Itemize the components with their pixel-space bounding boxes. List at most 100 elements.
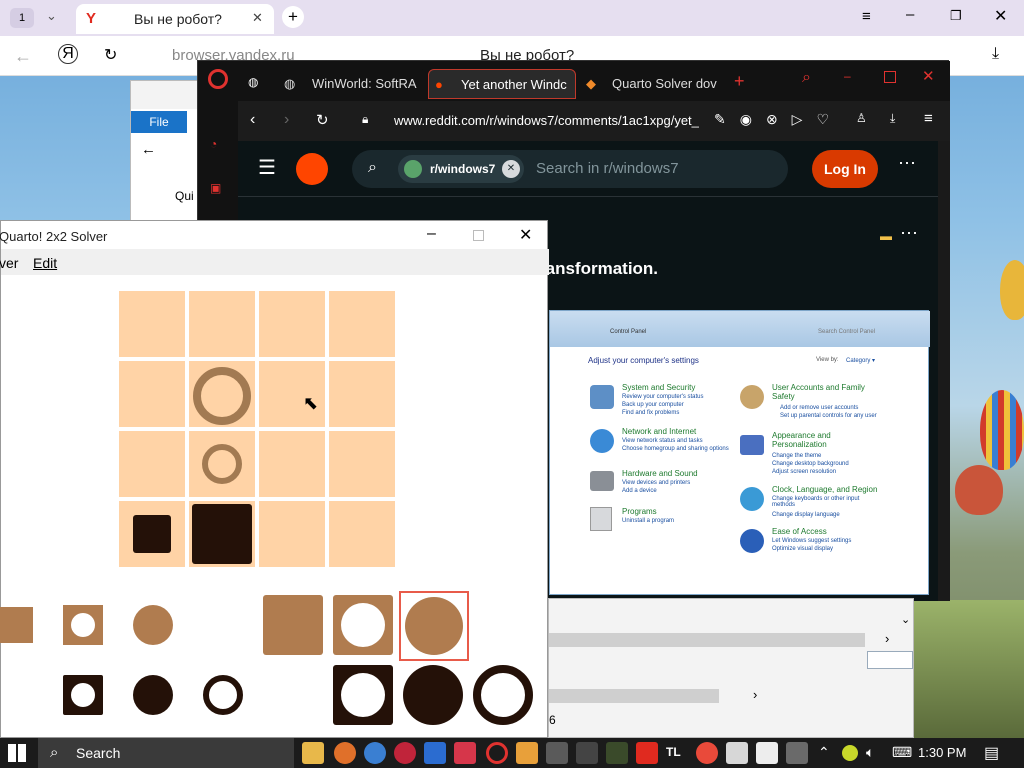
- piece-small-circle-dark[interactable]: [133, 675, 173, 715]
- hamburger-icon[interactable]: ☰: [258, 155, 276, 180]
- piece-small-hollow-circle-dark[interactable]: [203, 675, 243, 715]
- cp-link[interactable]: Uninstall a program: [622, 518, 674, 524]
- close-icon[interactable]: ✕: [252, 10, 263, 26]
- hscrollbar[interactable]: [549, 633, 865, 647]
- board-cell[interactable]: [189, 431, 255, 497]
- board-cell[interactable]: [259, 291, 325, 357]
- notifications-icon[interactable]: ▤: [984, 743, 999, 763]
- back-icon[interactable]: ←: [141, 141, 156, 158]
- cp-item-title[interactable]: User Accounts and Family Safety: [772, 383, 882, 401]
- volume-muted-icon[interactable]: 🔈︎: [866, 744, 874, 761]
- cp-link[interactable]: Optimize visual display: [772, 546, 833, 552]
- hscrollbar[interactable]: [549, 689, 719, 703]
- subreddit-chip[interactable]: r/windows7 ✕: [398, 155, 524, 183]
- globe-icon[interactable]: ◍: [248, 75, 258, 89]
- opera-gx-icon[interactable]: [394, 742, 416, 764]
- minimize-icon[interactable]: –: [427, 225, 436, 243]
- cp-link[interactable]: Back up your computer: [622, 402, 684, 408]
- discord-icon[interactable]: [516, 742, 538, 764]
- reddit-search-bar[interactable]: ⌕ r/windows7 ✕ Search in r/windows7: [352, 150, 788, 188]
- bag-icon[interactable]: ▣: [210, 181, 221, 195]
- back-icon[interactable]: ←: [14, 46, 32, 67]
- cp-link[interactable]: Add or remove user accounts: [780, 405, 858, 411]
- clear-icon[interactable]: ✕: [502, 160, 520, 178]
- new-tab-button[interactable]: +: [282, 6, 304, 28]
- maximize-icon[interactable]: [884, 71, 896, 83]
- piece-large-hollow-square-dark[interactable]: [333, 665, 393, 725]
- cp-link[interactable]: View devices and printers: [622, 480, 690, 486]
- board-cell[interactable]: [329, 501, 395, 567]
- close-icon[interactable]: ✕: [519, 225, 532, 245]
- board-cell[interactable]: [259, 431, 325, 497]
- cp-link[interactable]: Change desktop background: [772, 461, 849, 467]
- toolbar-icons[interactable]: ✎◉⊗▷♡: [714, 111, 843, 128]
- shield-icon[interactable]: [424, 742, 446, 764]
- login-button[interactable]: Log In: [812, 150, 878, 188]
- board-cell[interactable]: [329, 431, 395, 497]
- board-cell[interactable]: [119, 361, 185, 427]
- close-icon[interactable]: ✕: [922, 67, 935, 85]
- cp-link[interactable]: Set up parental controls for any user: [780, 413, 877, 419]
- chrome-icon[interactable]: [364, 742, 386, 764]
- speed-dial-icon[interactable]: ◔: [210, 137, 217, 151]
- chevron-right-icon[interactable]: ›: [753, 687, 757, 702]
- maximize-icon[interactable]: [473, 230, 484, 241]
- selected-piece-frame[interactable]: [399, 591, 469, 661]
- piece-small-hollow-square-dark[interactable]: [63, 675, 103, 715]
- back-icon[interactable]: ‹: [250, 111, 255, 129]
- tl-app-icon[interactable]: TL: [666, 745, 681, 759]
- board-cell[interactable]: [189, 501, 255, 567]
- cp-item-title[interactable]: Ease of Access: [772, 527, 827, 536]
- cp-item-title[interactable]: Appearance and Personalization: [772, 431, 872, 449]
- quick-access-label[interactable]: Qui: [175, 189, 194, 203]
- game-icon[interactable]: [546, 742, 568, 764]
- cp-link[interactable]: Adjust screen resolution: [772, 469, 836, 475]
- piece-small-circle-light[interactable]: [133, 605, 173, 645]
- app-icon[interactable]: [636, 742, 658, 764]
- reload-icon[interactable]: ↻: [104, 45, 117, 65]
- menu-edit[interactable]: Edit: [33, 255, 57, 271]
- opera-logo-icon[interactable]: [208, 69, 228, 89]
- file-tab[interactable]: File: [131, 111, 187, 133]
- post-more-icon[interactable]: ⋯: [900, 223, 918, 244]
- quarto-app-icon[interactable]: [786, 742, 808, 764]
- cp-link[interactable]: Review your computer's status: [622, 394, 704, 400]
- menu-solver[interactable]: ver: [0, 255, 18, 271]
- search-placeholder[interactable]: Search in r/windows7: [536, 160, 679, 177]
- save-icon[interactable]: ▬: [880, 229, 892, 243]
- windows-start-icon[interactable]: [8, 744, 26, 762]
- more-icon[interactable]: ⋯: [898, 153, 916, 174]
- yandex-y-icon[interactable]: Я: [58, 44, 78, 64]
- minimize-icon[interactable]: –: [844, 69, 851, 83]
- cp-link[interactable]: Change display language: [772, 512, 840, 518]
- cp-link[interactable]: Change keyboards or other input methods: [772, 496, 882, 508]
- chevron-down-icon[interactable]: ⌄: [46, 8, 57, 24]
- cp-item-title[interactable]: Clock, Language, and Region: [772, 485, 877, 494]
- app-icon[interactable]: [454, 742, 476, 764]
- piece-large-circle-dark[interactable]: [403, 665, 463, 725]
- network-icon[interactable]: ⌨: [892, 744, 912, 761]
- cp-link[interactable]: Let Windows suggest settings: [772, 538, 851, 544]
- cp-link[interactable]: View network status and tasks: [622, 438, 703, 444]
- url-text[interactable]: www.reddit.com/r/windows7/comments/1ac1x…: [394, 113, 699, 128]
- opera-tab-active[interactable]: ● Yet another Windc: [428, 69, 576, 99]
- cp-item-title[interactable]: Hardware and Sound: [622, 469, 698, 478]
- opera-scrollbar[interactable]: [938, 141, 950, 601]
- minimize-icon[interactable]: –: [906, 6, 914, 23]
- app-icon[interactable]: [606, 742, 628, 764]
- tab-counter[interactable]: 1: [10, 8, 34, 28]
- board-cell[interactable]: [259, 501, 325, 567]
- opera-icon[interactable]: [486, 742, 508, 764]
- cp-item-title[interactable]: Network and Internet: [622, 427, 696, 436]
- piece-large-square-light[interactable]: [263, 595, 323, 655]
- opera-tab[interactable]: ◆ Quarto Solver dov: [580, 69, 720, 99]
- chevron-down-icon[interactable]: ⌄: [901, 613, 910, 626]
- clock[interactable]: 1:30 PM: [918, 745, 966, 760]
- yandex-active-tab[interactable]: Y Вы не робот? ✕: [76, 4, 274, 34]
- cp-link[interactable]: Choose homegroup and sharing options: [622, 446, 732, 452]
- new-tab-icon[interactable]: +: [734, 71, 745, 92]
- forward-icon[interactable]: ›: [284, 111, 289, 129]
- chevron-right-icon[interactable]: ›: [885, 631, 889, 646]
- view-toggle[interactable]: [867, 651, 913, 669]
- reddit-logo-icon[interactable]: [296, 153, 328, 185]
